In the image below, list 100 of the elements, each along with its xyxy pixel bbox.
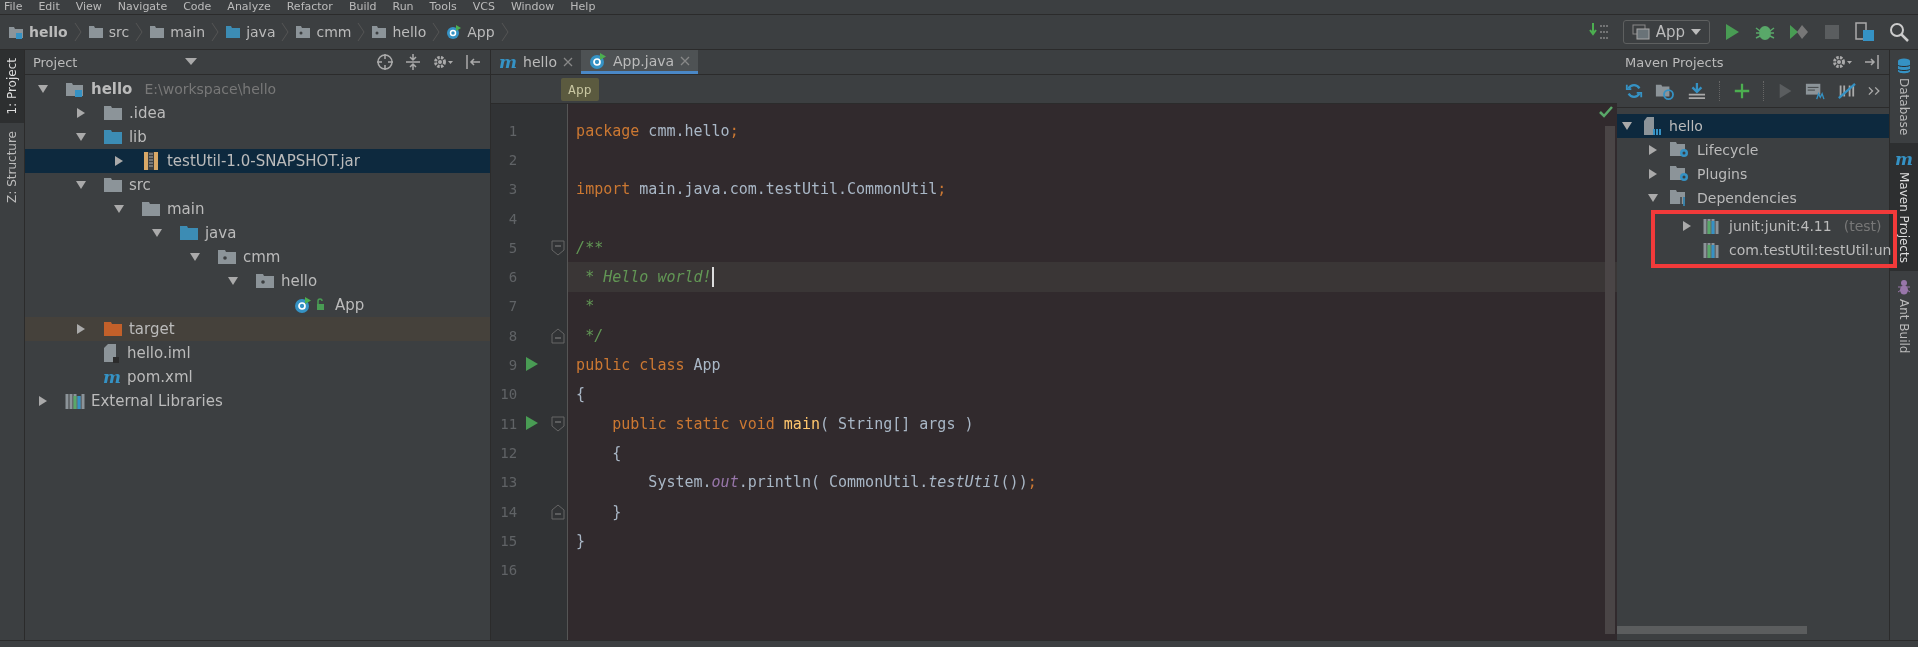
- menu-item[interactable]: Window: [510, 0, 555, 14]
- tree-item[interactable]: lib: [24, 125, 491, 149]
- database-icon: [1897, 58, 1911, 74]
- tree-item[interactable]: target: [24, 317, 491, 341]
- expanded-arrow-icon[interactable]: [36, 83, 49, 95]
- menu-item[interactable]: Navigate: [117, 0, 168, 14]
- breadcrumb[interactable]: src: [87, 24, 130, 40]
- menu-item[interactable]: File: [4, 0, 23, 14]
- folder-icon: [140, 201, 161, 217]
- collapse-all-icon[interactable]: [404, 53, 423, 71]
- expanded-arrow-icon[interactable]: [74, 131, 87, 143]
- add-icon[interactable]: [1732, 81, 1751, 101]
- tree-item[interactable]: src: [24, 173, 491, 197]
- coverage-icon[interactable]: [1788, 22, 1810, 42]
- expanded-arrow-icon[interactable]: [112, 203, 125, 215]
- tree-item[interactable]: m pom.xml: [24, 365, 491, 389]
- skip-tests-icon[interactable]: [1836, 81, 1857, 101]
- tree-item[interactable]: .idea: [24, 101, 491, 125]
- run-icon[interactable]: [525, 356, 540, 373]
- editor-tab[interactable]: App.java: [580, 50, 699, 74]
- tree-item[interactable]: External Libraries: [24, 389, 491, 413]
- menu-item[interactable]: Tools: [429, 0, 457, 14]
- close-icon[interactable]: [562, 57, 573, 67]
- hide-panel-icon[interactable]: [1863, 53, 1882, 71]
- collapsed-arrow-icon[interactable]: [112, 155, 125, 167]
- library-icon: [64, 392, 85, 410]
- folder-icon: [102, 177, 123, 193]
- search-icon[interactable]: [1888, 21, 1910, 43]
- more-icon[interactable]: [1868, 85, 1882, 97]
- package-icon: [371, 25, 388, 39]
- tool-window-tab[interactable]: Z: Structure: [0, 122, 24, 211]
- menu-item[interactable]: Run: [392, 0, 414, 14]
- tree-item[interactable]: Lifecycle: [1617, 138, 1890, 162]
- breadcrumb[interactable]: main: [149, 24, 206, 40]
- breadcrumb[interactable]: hello: [371, 24, 427, 40]
- code-line: {: [611, 443, 622, 462]
- editor-tab[interactable]: m hello: [491, 50, 581, 74]
- tree-item[interactable]: hello.iml: [24, 341, 491, 365]
- maven-module-icon: [1643, 116, 1664, 136]
- maven-icon: m: [1895, 151, 1913, 169]
- run-icon[interactable]: [525, 414, 540, 431]
- download-icon[interactable]: [1686, 81, 1707, 101]
- tool-window-tab[interactable]: 1: Project: [0, 50, 24, 123]
- menu-item[interactable]: Analyze: [227, 0, 271, 14]
- refresh-icon[interactable]: [1625, 81, 1644, 101]
- tree-item[interactable]: java: [24, 221, 491, 245]
- code-line: {: [576, 385, 586, 404]
- hide-panel-icon[interactable]: [464, 53, 483, 71]
- menu-item[interactable]: Build: [348, 0, 377, 14]
- tool-window-tab[interactable]: Ant Build: [1890, 271, 1918, 362]
- tree-item[interactable]: Plugins: [1617, 162, 1890, 186]
- run-configuration-dropdown[interactable]: App: [1622, 20, 1710, 44]
- expanded-arrow-icon[interactable]: [226, 275, 239, 287]
- breadcrumb[interactable]: App: [561, 77, 599, 101]
- locate-icon[interactable]: [376, 53, 395, 71]
- menu-item[interactable]: Code: [183, 0, 212, 14]
- menu-item[interactable]: Refactor: [286, 0, 333, 14]
- collapsed-arrow-icon[interactable]: [36, 395, 49, 407]
- expanded-arrow-icon[interactable]: [1621, 120, 1634, 132]
- collapsed-arrow-icon[interactable]: [74, 107, 87, 119]
- settings-icon[interactable]: [432, 53, 455, 71]
- tree-item[interactable]: hello: [24, 269, 491, 293]
- tree-item[interactable]: App: [24, 293, 491, 317]
- panel-title[interactable]: Project: [32, 54, 78, 70]
- tree-item[interactable]: hello E:\workspace\hello: [24, 77, 491, 101]
- menu-item[interactable]: View: [75, 0, 102, 14]
- scrollbar[interactable]: [1605, 126, 1616, 634]
- folder-icon: [102, 105, 123, 121]
- collapsed-arrow-icon[interactable]: [74, 323, 87, 335]
- tree-item[interactable]: cmm: [24, 245, 491, 269]
- execute-goal-icon[interactable]: [1804, 81, 1825, 101]
- package-icon: [216, 249, 237, 265]
- menu-item[interactable]: VCS: [472, 0, 495, 14]
- breadcrumb[interactable]: hello: [8, 24, 68, 40]
- menu-item[interactable]: Help: [570, 0, 596, 14]
- breadcrumb[interactable]: App: [446, 24, 495, 40]
- expanded-arrow-icon[interactable]: [150, 227, 163, 239]
- tree-item[interactable]: testUtil-1.0-SNAPSHOT.jar: [24, 149, 491, 173]
- caret-icon[interactable]: [185, 58, 198, 66]
- caret-icon: [1691, 29, 1701, 35]
- tree-item[interactable]: main: [24, 197, 491, 221]
- code-line: */: [584, 326, 604, 345]
- tool-window-tab[interactable]: Database: [1890, 50, 1918, 144]
- tree-item[interactable]: hello: [1617, 114, 1890, 138]
- expanded-arrow-icon[interactable]: [74, 179, 87, 191]
- ant-icon: [1897, 279, 1911, 296]
- module-icon: [8, 24, 24, 40]
- expanded-arrow-icon[interactable]: [1647, 192, 1660, 204]
- project-structure-icon[interactable]: [1854, 21, 1876, 43]
- breadcrumb[interactable]: java: [225, 24, 276, 40]
- settings-icon[interactable]: [1831, 53, 1854, 71]
- expanded-arrow-icon[interactable]: [188, 251, 201, 263]
- panel-title: Maven Projects: [1625, 54, 1724, 70]
- tool-window-tab[interactable]: m Maven Projects: [1890, 143, 1918, 272]
- folder-icon: [178, 225, 199, 241]
- breadcrumb[interactable]: cmm: [295, 24, 352, 40]
- menu-item[interactable]: Edit: [38, 0, 60, 14]
- scrollbar[interactable]: [1617, 626, 1808, 634]
- tree-item[interactable]: Dependencies: [1617, 186, 1890, 210]
- folder-icon: [87, 25, 104, 39]
